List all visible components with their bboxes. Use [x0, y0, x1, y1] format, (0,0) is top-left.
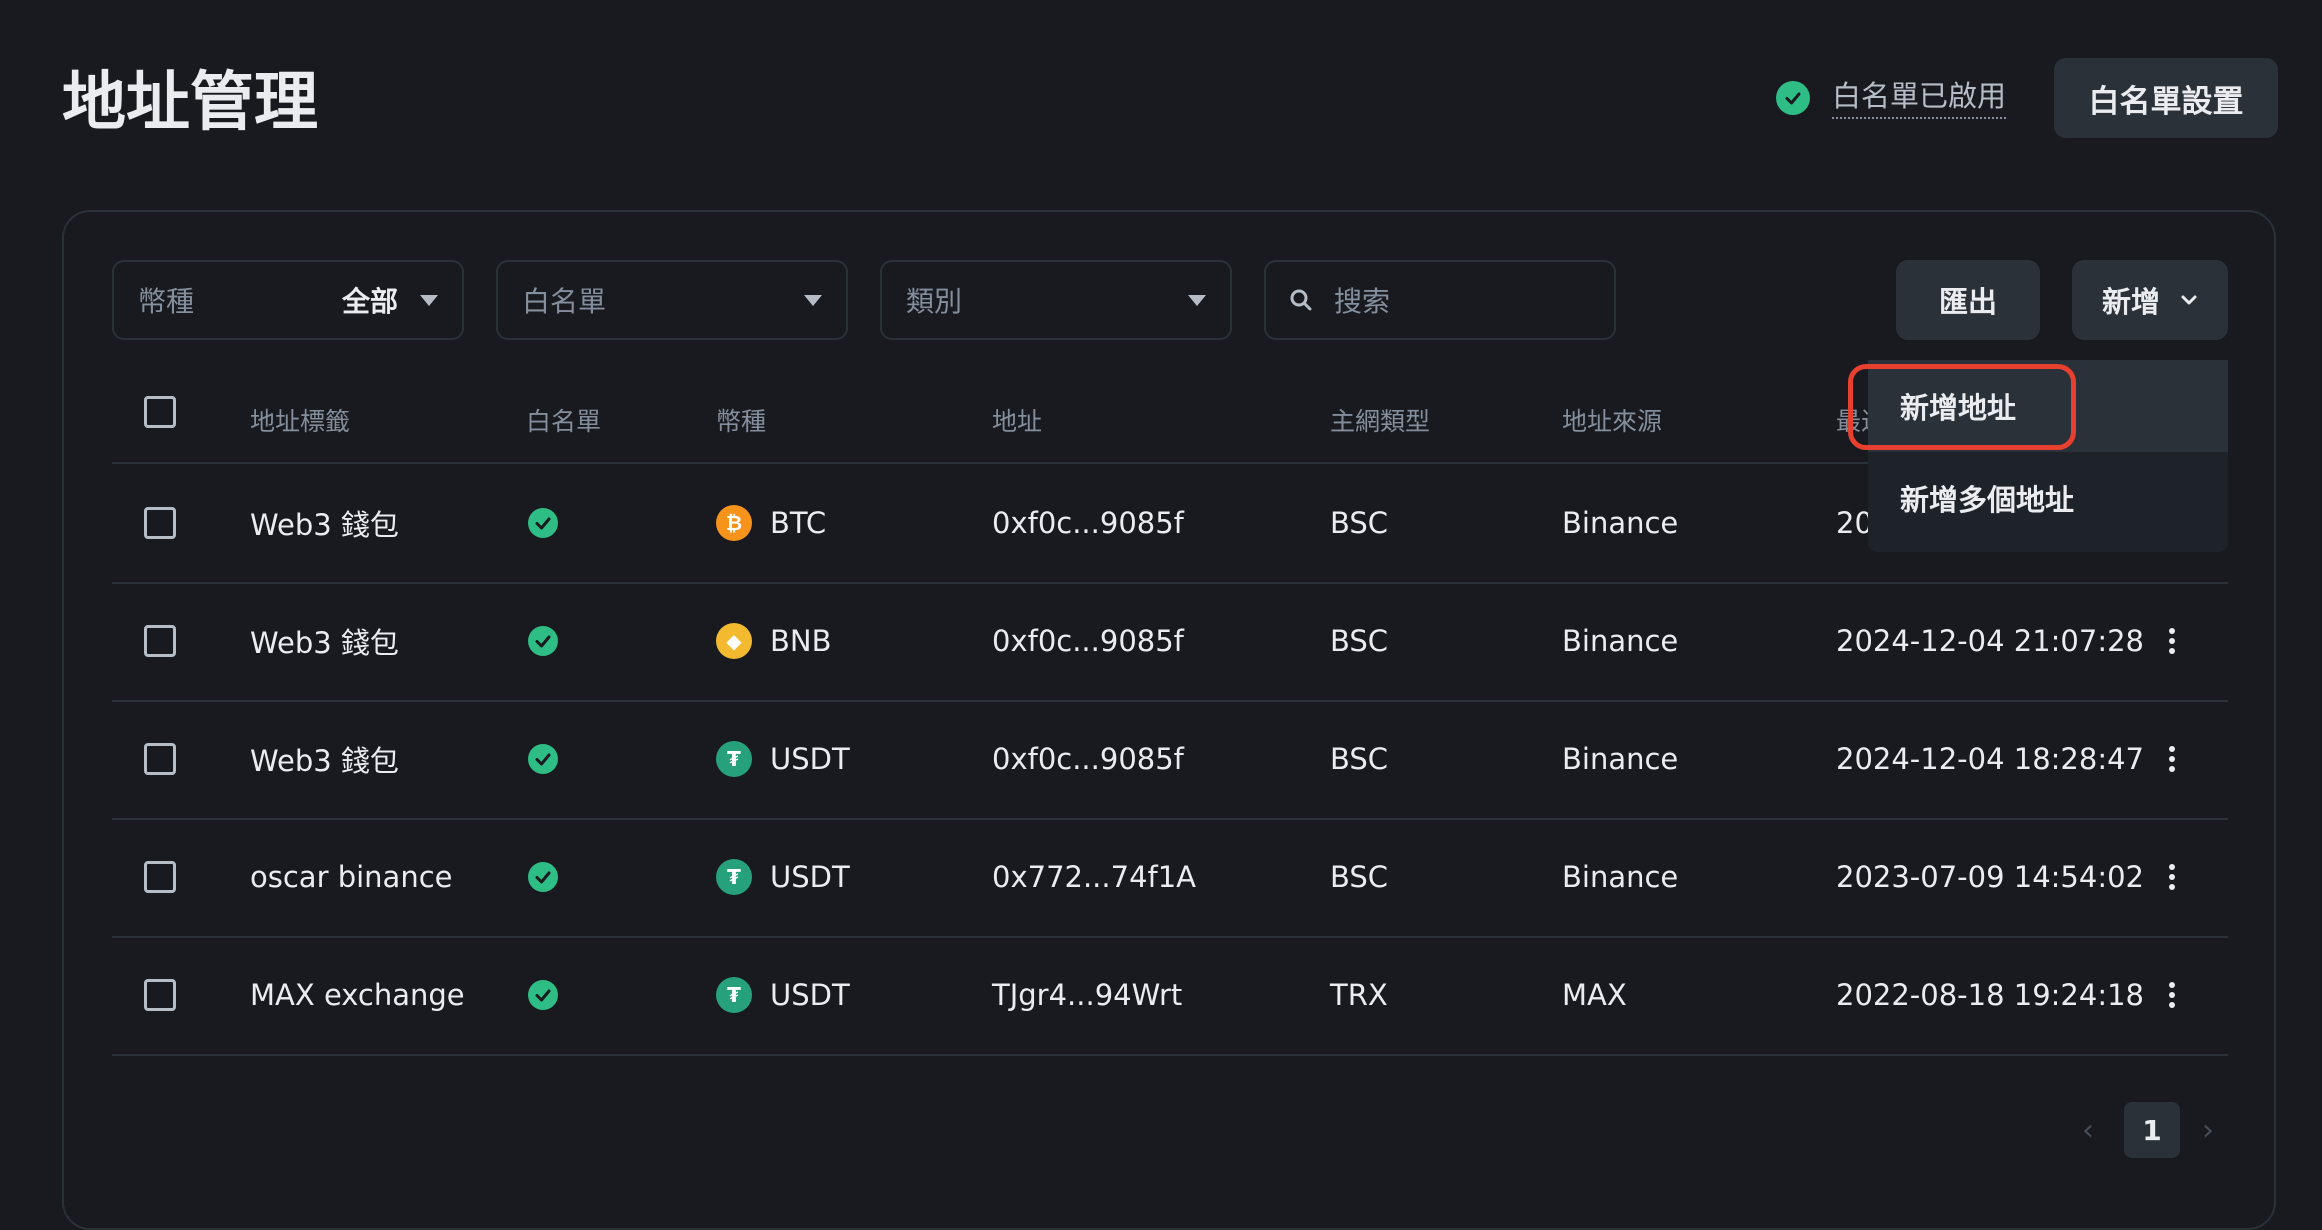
search-icon — [1290, 289, 1312, 311]
row-source: Binance — [1562, 742, 1679, 776]
header-source: 地址來源 — [1562, 407, 1663, 436]
row-checkbox[interactable] — [144, 861, 176, 893]
chevron-down-icon — [2181, 295, 2197, 305]
row-time: 2023-07-09 14:54:02 — [1836, 860, 2144, 894]
whitelisted-check-icon — [528, 508, 558, 538]
category-filter-label: 類別 — [906, 285, 963, 318]
coin-filter-value: 全部 — [341, 285, 398, 318]
whitelist-status: 白名單已啟用 — [1776, 77, 2007, 119]
table-row: Web3 錢包 ₮ USDT 0xf0c...9085f BSC Binance … — [112, 700, 2228, 820]
export-button[interactable]: 匯出 — [1896, 260, 2040, 340]
row-checkbox[interactable] — [144, 743, 176, 775]
row-network: BSC — [1330, 860, 1389, 894]
row-label: Web3 錢包 — [250, 744, 399, 778]
usdt-coin-icon: ₮ — [716, 977, 752, 1013]
bnb-coin-icon: ◆ — [716, 623, 752, 659]
header-coin: 幣種 — [716, 407, 767, 436]
row-coin: USDT — [770, 860, 850, 894]
row-coin: USDT — [770, 978, 850, 1012]
row-source: MAX — [1562, 978, 1627, 1012]
table-row: oscar binance ₮ USDT 0x772...74f1A BSC Bi… — [112, 818, 2228, 938]
category-filter-select[interactable]: 類別 — [880, 260, 1232, 340]
add-button-label: 新增 — [2101, 285, 2160, 319]
coin-filter-select[interactable]: 幣種 全部 — [112, 260, 464, 340]
search-placeholder: 搜索 — [1334, 285, 1391, 318]
row-network: TRX — [1330, 978, 1388, 1012]
search-input[interactable]: 搜索 — [1264, 260, 1616, 340]
next-page-icon[interactable]: › — [2202, 1102, 2214, 1158]
row-network: BSC — [1330, 506, 1389, 540]
header-label: 地址標籤 — [250, 407, 351, 436]
caret-down-icon — [804, 294, 822, 306]
prev-page-icon[interactable]: ‹ — [2082, 1102, 2094, 1158]
row-address: 0xf0c...9085f — [992, 624, 1184, 658]
row-source: Binance — [1562, 624, 1679, 658]
add-button[interactable]: 新增 — [2072, 260, 2228, 340]
row-address: 0xf0c...9085f — [992, 506, 1184, 540]
row-address: TJgr4...94Wrt — [992, 978, 1183, 1012]
usdt-coin-icon: ₮ — [716, 859, 752, 895]
usdt-coin-icon: ₮ — [716, 741, 752, 777]
more-options-icon[interactable] — [2168, 982, 2176, 1008]
whitelist-settings-button[interactable]: 白名單設置 — [2054, 58, 2278, 138]
btc-coin-icon: ₿ — [716, 505, 752, 541]
select-all-checkbox[interactable] — [144, 396, 176, 428]
row-checkbox[interactable] — [144, 507, 176, 539]
header-address: 地址 — [992, 407, 1043, 436]
whitelisted-check-icon — [528, 980, 558, 1010]
whitelist-filter-select[interactable]: 白名單 — [496, 260, 848, 340]
row-network: BSC — [1330, 624, 1389, 658]
page-title: 地址管理 — [62, 66, 318, 140]
check-circle-icon — [1776, 81, 1810, 115]
row-address: 0xf0c...9085f — [992, 742, 1184, 776]
whitelist-filter-label: 白名單 — [522, 285, 607, 318]
row-source: Binance — [1562, 860, 1679, 894]
row-label: MAX exchange — [250, 978, 465, 1012]
more-options-icon[interactable] — [2168, 628, 2176, 654]
page-1-button[interactable]: 1 — [2124, 1102, 2180, 1158]
row-time: 2022-08-18 19:24:18 — [1836, 978, 2144, 1012]
row-coin: BTC — [770, 506, 827, 540]
row-checkbox[interactable] — [144, 979, 176, 1011]
whitelist-status-link[interactable]: 白名單已啟用 — [1832, 77, 2007, 119]
caret-down-icon — [420, 294, 438, 306]
header-whitelist: 白名單 — [526, 407, 602, 436]
row-checkbox[interactable] — [144, 625, 176, 657]
row-address: 0x772...74f1A — [992, 860, 1197, 894]
whitelisted-check-icon — [528, 626, 558, 656]
more-options-icon[interactable] — [2168, 746, 2176, 772]
row-label: oscar binance — [250, 860, 453, 894]
row-label: Web3 錢包 — [250, 508, 399, 542]
row-time: 2024-12-04 21:07:28 — [1836, 624, 2144, 658]
header-network: 主網類型 — [1330, 407, 1431, 436]
caret-down-icon — [1188, 294, 1206, 306]
whitelisted-check-icon — [528, 862, 558, 892]
table-row: Web3 錢包 ◆ BNB 0xf0c...9085f BSC Binance 2… — [112, 582, 2228, 702]
row-time: 2024-12-04 18:28:47 — [1836, 742, 2144, 776]
coin-filter-label: 幣種 — [138, 285, 195, 318]
menu-item-add-multiple-addresses[interactable]: 新增多個地址 — [1868, 452, 2228, 544]
whitelisted-check-icon — [528, 744, 558, 774]
highlight-outline — [1848, 364, 2076, 450]
more-options-icon[interactable] — [2168, 864, 2176, 890]
table-row: MAX exchange ₮ USDT TJgr4...94Wrt TRX MAX… — [112, 936, 2228, 1056]
row-label: Web3 錢包 — [250, 626, 399, 660]
row-coin: USDT — [770, 742, 850, 776]
row-coin: BNB — [770, 624, 832, 658]
row-source: Binance — [1562, 506, 1679, 540]
row-network: BSC — [1330, 742, 1389, 776]
